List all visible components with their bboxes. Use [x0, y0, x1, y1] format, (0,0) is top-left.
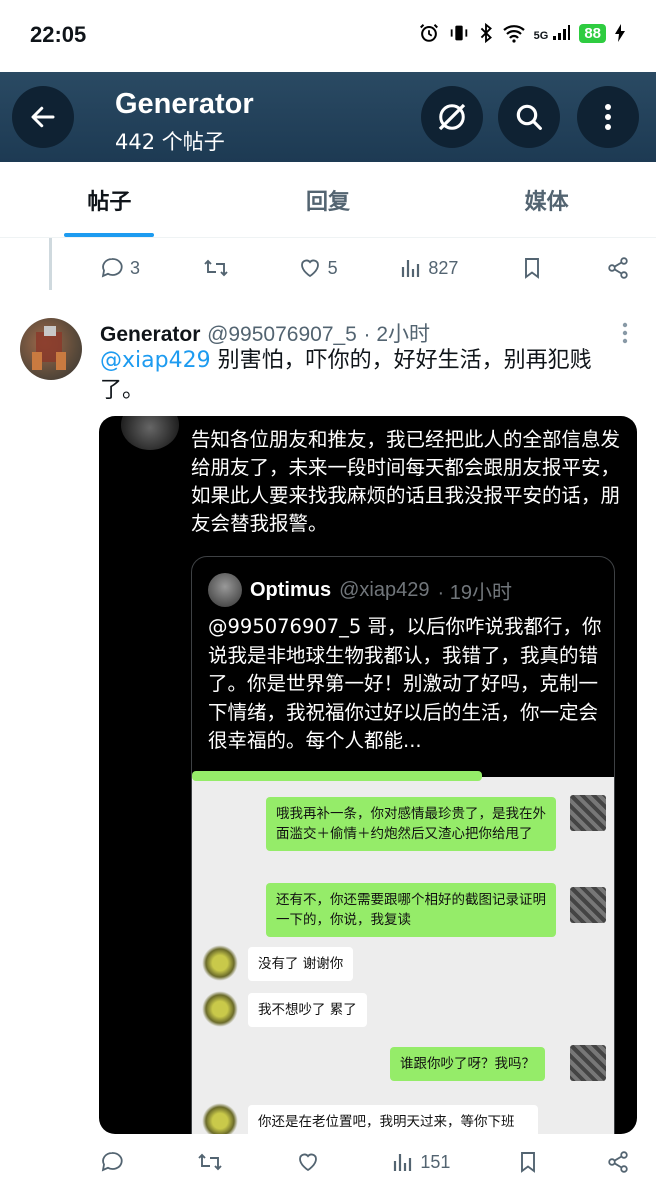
author-name[interactable]: Generator — [100, 323, 200, 346]
tab-media-label: 媒体 — [524, 189, 569, 215]
reply-count: 3 — [130, 257, 141, 278]
wifi-icon — [502, 23, 526, 43]
more-options-button[interactable] — [577, 86, 639, 148]
tab-replies-label: 回复 — [306, 189, 351, 215]
quote-time: · 19小时 — [437, 581, 512, 604]
share-button[interactable] — [606, 256, 630, 280]
chat-bubble: 还有不，你还需要跟哪个相好的截图记录证明一下的，你说，我复读 — [266, 883, 556, 937]
tab-posts-label: 帖子 — [87, 189, 132, 215]
heart-icon — [298, 256, 322, 280]
search-button[interactable] — [498, 86, 560, 148]
bookmark-icon — [521, 256, 543, 280]
battery-level: 88 — [579, 23, 606, 43]
bookmark-button[interactable] — [517, 1150, 539, 1174]
tab-replies[interactable]: 回复 — [219, 162, 438, 237]
author-handle[interactable]: @995076907_5 — [207, 323, 357, 346]
post-count: 442 个帖子 — [115, 130, 225, 154]
thread-connector — [49, 238, 52, 290]
chat-bubble: 谁跟你吵了呀？我吗？ — [390, 1047, 545, 1081]
post-image[interactable]: 告知各位朋友和推友，我已经把此人的全部信息发给朋友了，未来一段时间每天都会跟朋友… — [99, 416, 637, 1134]
more-vertical-icon — [622, 322, 628, 344]
reply-icon — [100, 256, 124, 280]
post-text: @xiap429 别害怕，吓你的，好好生活，别再犯贱了。 — [100, 346, 620, 406]
status-time: 22:05 — [30, 22, 87, 47]
chat-bubble: 你还是在老位置吧，我明天过来，等你下班 — [248, 1105, 538, 1134]
grok-button[interactable] — [421, 86, 483, 148]
quote-header: Optimus @xiap429 · 19小时 — [208, 573, 512, 607]
signal-icon: 5G — [534, 24, 572, 42]
screenshot-tweet-text: 告知各位朋友和推友，我已经把此人的全部信息发给朋友了，未来一段时间每天都会跟朋友… — [191, 428, 621, 535]
reply-icon — [100, 1150, 124, 1174]
quote-author-handle: @xiap429 — [339, 578, 430, 601]
author-line: Generator @995076907_5 · 2小时 — [100, 318, 430, 348]
author-avatar[interactable] — [20, 318, 82, 380]
chat-avatar-self — [570, 1045, 606, 1081]
network-type: 5G — [533, 30, 549, 42]
profile-tabs: 帖子 回复 媒体 — [0, 162, 656, 238]
chat-avatar-other — [202, 945, 238, 981]
post-action-bar: 151 — [100, 1150, 630, 1174]
quote-author-name: Optimus — [250, 578, 332, 601]
share-icon — [606, 1150, 630, 1174]
retweet-icon — [203, 256, 229, 280]
chat-screenshot: 哦我再补一条，你对感情最珍贵了，是我在外面滥交＋偷情＋约炮然后又渣心把你给甩了 … — [192, 771, 614, 1134]
status-bar: 22:05 5G 88 — [0, 0, 656, 72]
retweet-button[interactable] — [203, 256, 235, 280]
heart-icon — [296, 1150, 320, 1174]
post-more-button[interactable] — [622, 322, 628, 344]
quote-avatar — [208, 573, 242, 607]
reply-button[interactable]: 3 — [100, 256, 140, 280]
profile-header: Generator 442 个帖子 — [0, 72, 656, 162]
bluetooth-icon — [478, 22, 494, 44]
post-time: · 2小时 — [363, 323, 431, 346]
active-tab-indicator — [64, 233, 155, 237]
prev-post-action-bar: 3 5 827 — [100, 256, 630, 280]
search-icon — [513, 101, 545, 133]
views-button[interactable]: 827 — [400, 256, 458, 280]
chat-bubble: 哦我再补一条，你对感情最珍贵了，是我在外面滥交＋偷情＋约炮然后又渣心把你给甩了 — [266, 797, 556, 851]
bookmark-icon — [517, 1150, 539, 1174]
analytics-icon — [392, 1150, 414, 1174]
share-icon — [606, 256, 630, 280]
charging-icon — [614, 23, 626, 43]
view-count: 151 — [420, 1151, 451, 1172]
screenshot-avatar — [121, 416, 179, 450]
back-button[interactable] — [12, 86, 74, 148]
view-count: 827 — [428, 257, 459, 278]
retweet-icon — [197, 1150, 223, 1174]
bookmark-button[interactable] — [521, 256, 543, 280]
share-button[interactable] — [606, 1150, 630, 1174]
retweet-button[interactable] — [197, 1150, 229, 1174]
chat-bubble: 没有了 谢谢你 — [248, 947, 354, 981]
chat-bubble: 我不想吵了 累了 — [248, 993, 367, 1027]
more-vertical-icon — [604, 103, 612, 131]
like-count: 5 — [327, 257, 338, 278]
analytics-icon — [400, 256, 422, 280]
tab-posts[interactable]: 帖子 — [0, 162, 219, 237]
screenshot-quote-card: Optimus @xiap429 · 19小时 @995076907_5 哥，以… — [191, 556, 615, 1134]
chat-avatar-self — [570, 795, 606, 831]
like-button[interactable] — [296, 1150, 326, 1174]
chat-bubble-partial — [192, 771, 482, 781]
status-icons: 5G 88 — [418, 22, 626, 44]
chat-avatar-other — [202, 1103, 238, 1134]
views-button[interactable]: 151 — [392, 1150, 450, 1174]
vibrate-icon — [448, 22, 470, 44]
reply-button[interactable] — [100, 1150, 130, 1174]
grok-icon — [434, 99, 470, 135]
like-button[interactable]: 5 — [298, 256, 338, 280]
chat-avatar-other — [202, 991, 238, 1027]
mention-link[interactable]: @xiap429 — [100, 348, 211, 373]
alarm-icon — [418, 22, 440, 44]
arrow-left-icon — [28, 102, 58, 132]
chat-avatar-self — [570, 887, 606, 923]
quote-text: @995076907_5 哥，以后你咋说我都行，你说我是非地球生物我都认，我错了… — [208, 615, 602, 752]
page-title: Generator — [115, 88, 254, 120]
tab-media[interactable]: 媒体 — [437, 162, 656, 237]
